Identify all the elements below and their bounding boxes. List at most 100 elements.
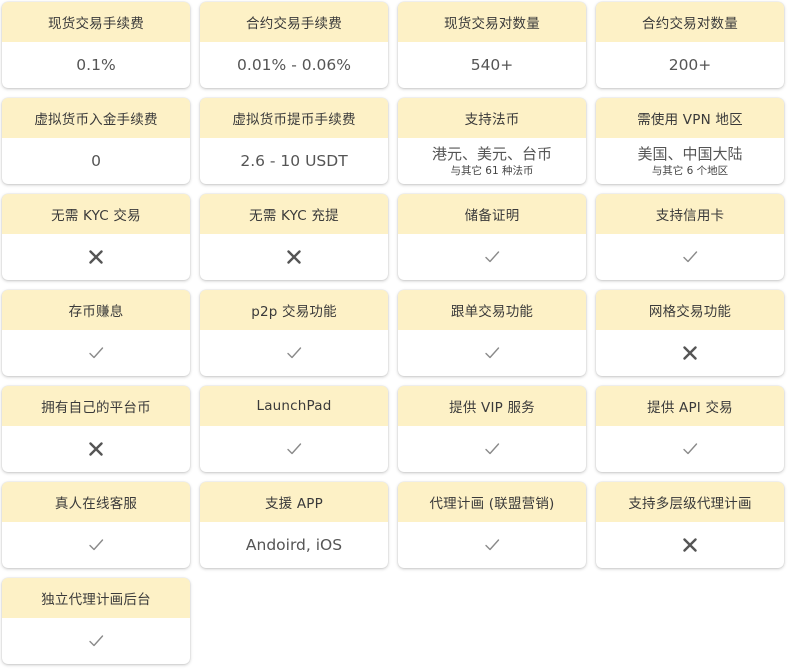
feature-value-area bbox=[596, 234, 784, 280]
feature-label: 真人在线客服 bbox=[2, 482, 190, 522]
feature-label: 储备证明 bbox=[398, 194, 586, 234]
feature-value-area bbox=[2, 330, 190, 376]
feature-value-area bbox=[2, 522, 190, 568]
feature-card: 无需 KYC 充提 bbox=[200, 194, 388, 280]
feature-label: 合约交易对数量 bbox=[596, 2, 784, 42]
feature-grid: 现货交易手续费 0.1% 合约交易手续费 0.01% - 0.06% 现货交易对数量 54… bbox=[0, 0, 791, 664]
feature-card: 跟单交易功能 bbox=[398, 290, 586, 376]
feature-value-area: 540+ bbox=[398, 42, 586, 88]
feature-card: 独立代理计画后台 bbox=[2, 578, 190, 664]
feature-card: 无需 KYC 交易 bbox=[2, 194, 190, 280]
feature-label: 无需 KYC 充提 bbox=[200, 194, 388, 234]
feature-label: 支持多层级代理计画 bbox=[596, 482, 784, 522]
feature-value-area: Andoird, iOS bbox=[200, 522, 388, 568]
feature-label: 无需 KYC 交易 bbox=[2, 194, 190, 234]
feature-card: 支持多层级代理计画 bbox=[596, 482, 784, 568]
check-icon bbox=[682, 250, 698, 264]
feature-value-area: 2.6 - 10 USDT bbox=[200, 138, 388, 184]
check-icon bbox=[484, 250, 500, 264]
feature-label: 支援 APP bbox=[200, 482, 388, 522]
feature-value-area: 0 bbox=[2, 138, 190, 184]
feature-value-area bbox=[596, 330, 784, 376]
feature-card: 支援 APP Andoird, iOS bbox=[200, 482, 388, 568]
check-icon bbox=[682, 442, 698, 456]
check-icon bbox=[88, 538, 104, 552]
feature-value-note: 与其它 61 种法币 bbox=[450, 164, 534, 177]
feature-card: 网格交易功能 bbox=[596, 290, 784, 376]
feature-value-area bbox=[200, 426, 388, 472]
cross-icon bbox=[683, 538, 697, 552]
feature-label: 存币赚息 bbox=[2, 290, 190, 330]
feature-value-area bbox=[200, 330, 388, 376]
cross-icon bbox=[89, 442, 103, 456]
feature-label: 独立代理计画后台 bbox=[2, 578, 190, 618]
feature-card: 存币赚息 bbox=[2, 290, 190, 376]
feature-label: 虚拟货币提币手续费 bbox=[200, 98, 388, 138]
feature-value-note: 与其它 6 个地区 bbox=[651, 164, 729, 177]
feature-card: 代理计画 (联盟营销) bbox=[398, 482, 586, 568]
feature-card: 虚拟货币入金手续费 0 bbox=[2, 98, 190, 184]
feature-card: 虚拟货币提币手续费 2.6 - 10 USDT bbox=[200, 98, 388, 184]
feature-value-area: 200+ bbox=[596, 42, 784, 88]
feature-value-area bbox=[398, 522, 586, 568]
feature-label: 虚拟货币入金手续费 bbox=[2, 98, 190, 138]
feature-label: 代理计画 (联盟营销) bbox=[398, 482, 586, 522]
feature-label: LaunchPad bbox=[200, 386, 388, 426]
cross-icon bbox=[89, 250, 103, 264]
feature-value: 0.1% bbox=[76, 56, 116, 74]
check-icon bbox=[286, 346, 302, 360]
feature-card: 合约交易对数量 200+ bbox=[596, 2, 784, 88]
feature-card: 现货交易手续费 0.1% bbox=[2, 2, 190, 88]
feature-value: 200+ bbox=[668, 56, 712, 74]
feature-card: 需使用 VPN 地区 美国、中国大陆 与其它 6 个地区 bbox=[596, 98, 784, 184]
feature-card: 真人在线客服 bbox=[2, 482, 190, 568]
feature-label: 跟单交易功能 bbox=[398, 290, 586, 330]
feature-value-area: 0.01% - 0.06% bbox=[200, 42, 388, 88]
check-icon bbox=[484, 346, 500, 360]
feature-card: 支持信用卡 bbox=[596, 194, 784, 280]
feature-value-area bbox=[2, 234, 190, 280]
cross-icon bbox=[683, 346, 697, 360]
feature-value: Andoird, iOS bbox=[245, 536, 343, 554]
feature-value: 美国、中国大陆 bbox=[637, 144, 743, 163]
feature-card: 合约交易手续费 0.01% - 0.06% bbox=[200, 2, 388, 88]
feature-value-area bbox=[596, 522, 784, 568]
feature-label: 现货交易手续费 bbox=[2, 2, 190, 42]
feature-value: 540+ bbox=[470, 56, 514, 74]
feature-value-area bbox=[2, 426, 190, 472]
check-icon bbox=[484, 442, 500, 456]
feature-card: p2p 交易功能 bbox=[200, 290, 388, 376]
feature-value-area bbox=[398, 426, 586, 472]
feature-value: 0.01% - 0.06% bbox=[237, 56, 351, 74]
feature-label: p2p 交易功能 bbox=[200, 290, 388, 330]
cross-icon bbox=[287, 250, 301, 264]
feature-card: 提供 VIP 服务 bbox=[398, 386, 586, 472]
feature-label: 支持信用卡 bbox=[596, 194, 784, 234]
check-icon bbox=[286, 442, 302, 456]
feature-value: 0 bbox=[91, 152, 101, 170]
feature-value-area bbox=[596, 426, 784, 472]
feature-value: 2.6 - 10 USDT bbox=[240, 152, 348, 170]
feature-label: 网格交易功能 bbox=[596, 290, 784, 330]
feature-card: 支持法币 港元、美元、台币 与其它 61 种法币 bbox=[398, 98, 586, 184]
feature-value-area: 美国、中国大陆 与其它 6 个地区 bbox=[596, 138, 784, 184]
feature-card: 提供 API 交易 bbox=[596, 386, 784, 472]
feature-label: 需使用 VPN 地区 bbox=[596, 98, 784, 138]
check-icon bbox=[484, 538, 500, 552]
feature-card: LaunchPad bbox=[200, 386, 388, 472]
feature-value-area: 港元、美元、台币 与其它 61 种法币 bbox=[398, 138, 586, 184]
feature-value-area bbox=[200, 234, 388, 280]
feature-value-area bbox=[2, 618, 190, 664]
feature-card: 储备证明 bbox=[398, 194, 586, 280]
feature-label: 合约交易手续费 bbox=[200, 2, 388, 42]
feature-label: 拥有自己的平台币 bbox=[2, 386, 190, 426]
feature-label: 支持法币 bbox=[398, 98, 586, 138]
feature-value: 港元、美元、台币 bbox=[431, 144, 552, 163]
feature-value-area: 0.1% bbox=[2, 42, 190, 88]
check-icon bbox=[88, 346, 104, 360]
feature-card: 现货交易对数量 540+ bbox=[398, 2, 586, 88]
feature-value-area bbox=[398, 234, 586, 280]
feature-label: 提供 API 交易 bbox=[596, 386, 784, 426]
check-icon bbox=[88, 634, 104, 648]
feature-value-area bbox=[398, 330, 586, 376]
